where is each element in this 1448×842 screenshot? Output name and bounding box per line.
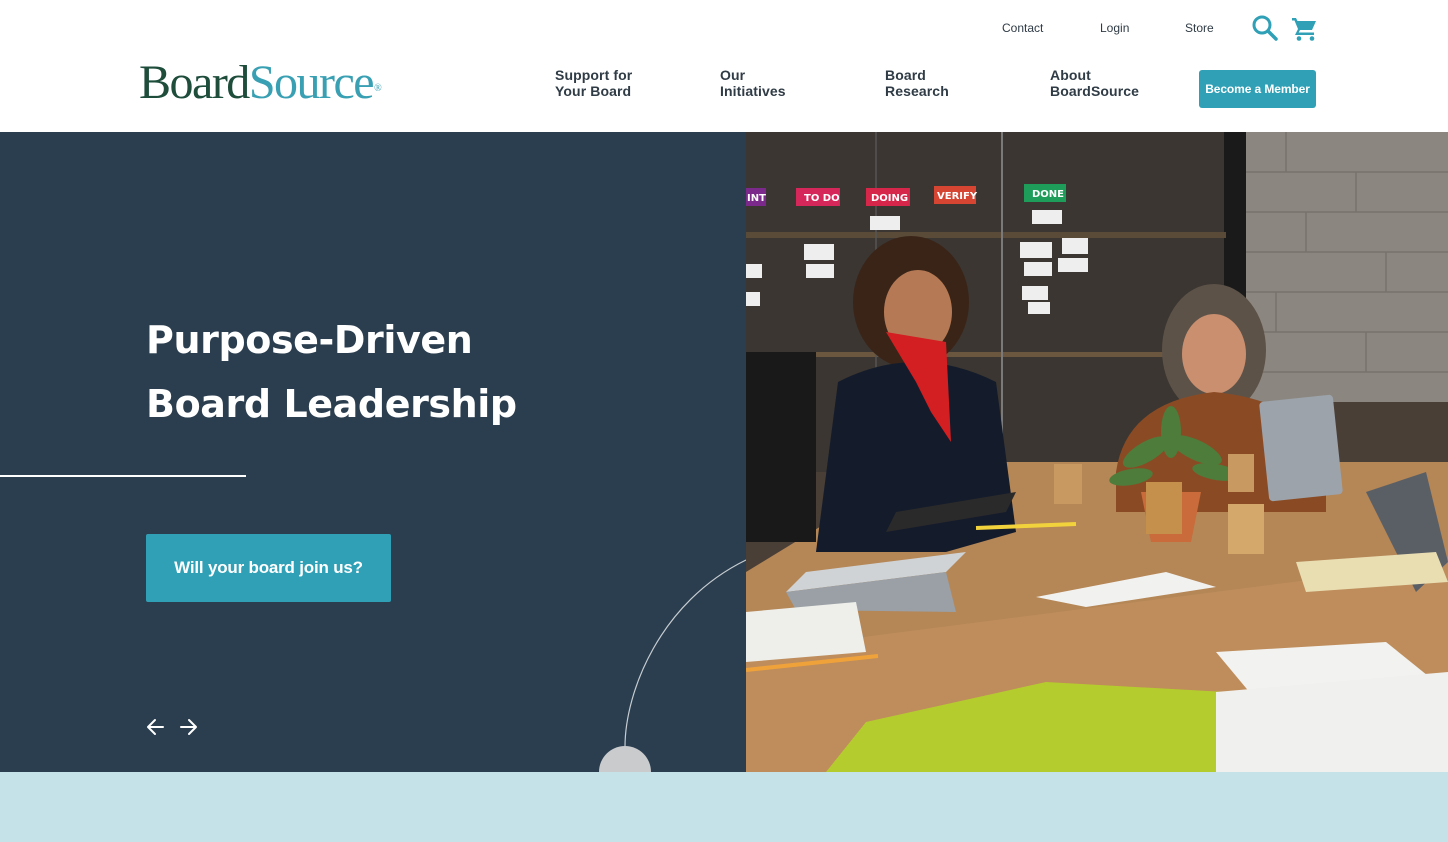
meeting-photo-illustration: INT TO DO DOING VERIFY DONE: [746, 132, 1448, 772]
nav-our-initiatives[interactable]: Our Initiatives: [720, 67, 786, 99]
nav-label-line2: Initiatives: [720, 83, 786, 99]
hero-photo: INT TO DO DOING VERIFY DONE: [746, 132, 1448, 772]
nav-label-line2: BoardSource: [1050, 83, 1140, 99]
logo-registered-mark: ®: [374, 83, 382, 94]
kanban-label: DOING: [871, 193, 908, 204]
nav-label-line1: Our: [720, 67, 746, 83]
hero-panel: Purpose-Driven Board Leadership Will you…: [0, 132, 746, 772]
kanban-label: VERIFY: [937, 191, 978, 202]
nav-label-line1: Support for: [555, 67, 633, 83]
decorative-arc: [599, 559, 746, 772]
kanban-label: INT: [747, 193, 766, 204]
section-band: [0, 772, 1448, 842]
boardsource-logo[interactable]: BoardSource®: [139, 56, 382, 109]
kanban-label: DONE: [1032, 189, 1064, 200]
nav-board-research[interactable]: Board Research: [885, 67, 949, 99]
store-link[interactable]: Store: [1185, 20, 1214, 36]
cart-icon[interactable]: [1290, 14, 1318, 42]
nav-label-line1: About: [1050, 67, 1091, 83]
nav-label-line2: Research: [885, 83, 949, 99]
nav-label-line1: Board: [885, 67, 926, 83]
hero-title: Purpose-Driven Board Leadership: [146, 318, 517, 426]
logo-word-board: Board: [139, 56, 250, 109]
arrow-right-icon[interactable]: [177, 716, 199, 738]
hero-divider: [0, 475, 246, 477]
site-header: BoardSource® Contact Login Store Support…: [0, 0, 1448, 132]
kanban-label: TO DO: [804, 193, 840, 204]
arrow-left-icon[interactable]: [145, 716, 167, 738]
search-icon[interactable]: [1251, 14, 1279, 42]
become-member-button[interactable]: Become a Member: [1199, 70, 1316, 108]
logo-word-source: Source: [248, 56, 375, 109]
contact-link[interactable]: Contact: [1002, 20, 1043, 36]
join-us-button[interactable]: Will your board join us?: [146, 534, 391, 602]
nav-about-boardsource[interactable]: About BoardSource: [1050, 67, 1139, 99]
login-link[interactable]: Login: [1100, 20, 1129, 36]
nav-support-for-your-board[interactable]: Support for Your Board: [555, 67, 632, 99]
nav-label-line2: Your Board: [555, 83, 632, 99]
